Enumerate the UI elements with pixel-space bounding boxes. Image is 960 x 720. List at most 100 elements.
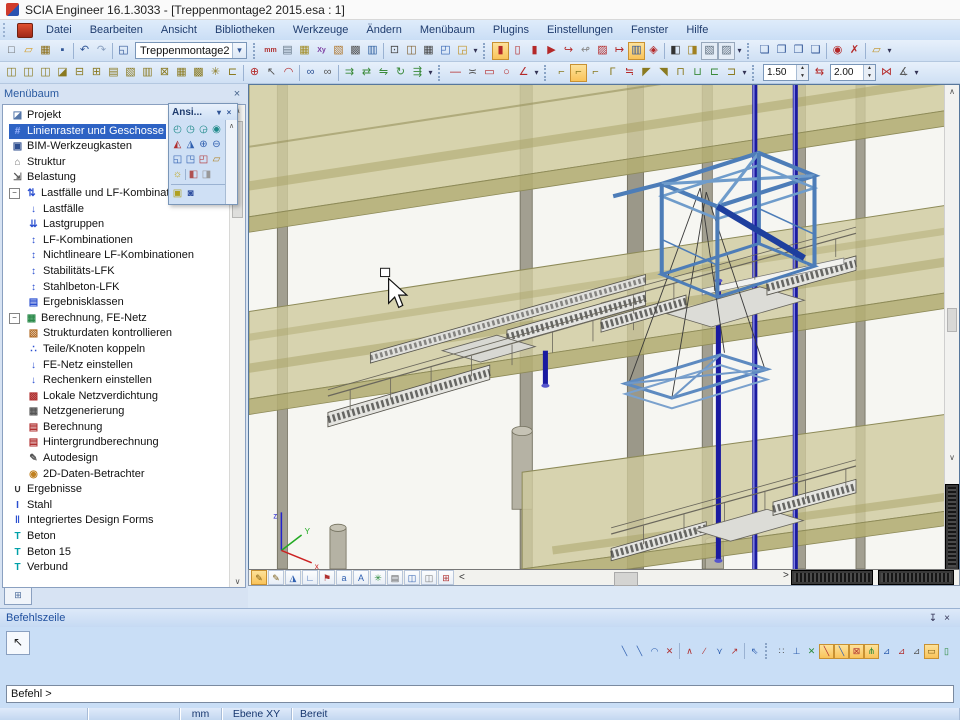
member-opening-icon[interactable]: ⊟ [71, 64, 88, 82]
filter-move-icon[interactable]: ↦ [611, 42, 628, 60]
tree-item-stahl[interactable]: IStahl [3, 498, 245, 514]
tree-item-netzgenerierung[interactable]: ▦Netzgenerierung [3, 404, 245, 420]
overflow-1-icon[interactable]: ▾ [471, 42, 480, 60]
dimension-icon[interactable]: ≍ [464, 64, 481, 82]
polyline-icon[interactable]: ▭ [481, 64, 498, 82]
snap-settings-icon[interactable]: ▯ [939, 644, 954, 659]
project-selector[interactable]: Treppenmontage2 ▾ [135, 42, 247, 59]
filter-remove-icon[interactable]: ▨ [594, 42, 611, 60]
snap-distance-spinner[interactable]: 1.50 ▲▼ [763, 64, 809, 81]
axis-snap-icon[interactable]: ✕ [804, 644, 819, 659]
snap-mode-line2-icon[interactable]: ╲ [632, 644, 647, 659]
spinner-arrows[interactable]: ▲▼ [863, 65, 875, 80]
tree-item-ergebnisklassen[interactable]: ▤Ergebnisklassen [3, 295, 245, 311]
snap-midpoint-icon[interactable]: ╲ [819, 644, 834, 659]
units-icon[interactable]: mm [262, 42, 279, 60]
cursor-snap-1-icon[interactable]: ∧ [682, 644, 697, 659]
merge-nodes-icon[interactable]: ⇆ [811, 64, 828, 82]
chevron-down-icon[interactable]: ▾ [232, 43, 246, 58]
scale-spinner[interactable]: 2.00 ▲▼ [830, 64, 876, 81]
open-project-icon[interactable]: ▱ [20, 42, 37, 60]
snap-arc-center-icon[interactable]: ⊿ [894, 644, 909, 659]
toolbar-grip[interactable] [544, 65, 550, 81]
edit-active-icon[interactable]: ✎ [251, 570, 267, 585]
tree-item-berechnung[interactable]: ▤Berechnung [3, 420, 245, 436]
support-node-icon[interactable]: ⊓ [672, 64, 689, 82]
chevron-down-icon[interactable]: ▾ [214, 108, 224, 117]
tree-item-beton-15[interactable]: TBeton 15 [3, 545, 245, 561]
toolbar-grip[interactable] [438, 65, 444, 81]
tree-item-teile-knoten-koppeln[interactable]: ∴Teile/Knoten koppeln [3, 342, 245, 358]
scroll-right-icon[interactable]: > [779, 570, 793, 581]
tree-item-hintergrundberechnung[interactable]: ▤Hintergrundberechnung [3, 435, 245, 451]
paste-props-icon[interactable]: ❑ [807, 42, 824, 60]
hotkey-cursor-icon[interactable]: ↖ [263, 64, 280, 82]
render-icon[interactable]: ◧ [187, 168, 200, 182]
binocular-all-icon[interactable]: ∞ [319, 64, 336, 82]
scroll-down-icon[interactable]: ∨ [230, 577, 245, 586]
cursor-snap-4-icon[interactable]: ↗ [727, 644, 742, 659]
filter-plane-icon[interactable]: ▥ [628, 42, 645, 60]
command-input[interactable] [6, 685, 954, 703]
clipping-icon[interactable]: ▣ [171, 187, 184, 201]
copy-icon[interactable]: ❏ [756, 42, 773, 60]
status-plane[interactable]: Ebene XY [222, 708, 292, 720]
gallery-icon[interactable]: ▥ [364, 42, 381, 60]
member-params-icon[interactable]: ▤ [387, 570, 403, 585]
close-viewport-icon[interactable]: ◱ [115, 42, 132, 60]
support-hinged-icon[interactable]: ⌐ [570, 64, 587, 82]
hinge-end-icon[interactable]: ◥ [655, 64, 672, 82]
overflow-5-icon[interactable]: ▾ [532, 64, 541, 82]
dot-grid-icon[interactable]: ∷ [774, 644, 789, 659]
line-icon[interactable]: — [447, 64, 464, 82]
draw-node-icon[interactable]: ⊕ [246, 64, 263, 82]
close-icon[interactable]: × [230, 88, 244, 100]
spinner-arrows[interactable]: ▲▼ [796, 65, 808, 80]
zoom-all-icon[interactable]: ◳ [184, 153, 197, 167]
select-levels-icon[interactable]: ◮ [285, 570, 301, 585]
scroll-down-icon[interactable]: ∨ [945, 453, 959, 462]
menu-hilfe[interactable]: Hilfe [677, 20, 717, 40]
spinner-down-icon[interactable]: ▼ [797, 73, 808, 81]
table-edit-icon[interactable]: ◫ [404, 570, 420, 585]
snap-intersection-icon[interactable]: ⊠ [849, 644, 864, 659]
menu-bearbeiten[interactable]: Bearbeiten [81, 20, 152, 40]
member-panel-icon[interactable]: ▦ [173, 64, 190, 82]
snap-percent-icon[interactable]: ⊿ [909, 644, 924, 659]
pin-icon[interactable]: ↧ [926, 613, 940, 624]
member-1d-icon[interactable]: ◫ [3, 64, 20, 82]
tree-item-lokale-netzverdichtung[interactable]: ▩Lokale Netzverdichtung [3, 389, 245, 405]
view-y-icon[interactable]: ◷ [184, 123, 197, 137]
view-settings-icon[interactable]: ◙ [184, 187, 197, 201]
support-fixed-icon[interactable]: ⌐ [553, 64, 570, 82]
menu-werkzeuge[interactable]: Werkzeuge [284, 20, 357, 40]
spinner-up-icon[interactable]: ▲ [797, 65, 808, 73]
status-units[interactable]: mm [180, 708, 222, 720]
member-cross-icon[interactable]: ⊠ [156, 64, 173, 82]
wireframe-icon[interactable]: ▱ [210, 153, 223, 167]
save-binder-icon[interactable]: ▦ [37, 42, 54, 60]
rotation-bar-1[interactable] [792, 571, 872, 584]
delete-fly-icon[interactable]: ✗ [846, 42, 863, 60]
report-icon[interactable]: ◰ [437, 42, 454, 60]
view-z-icon[interactable]: ◶ [197, 123, 210, 137]
rotate-icon[interactable]: ↻ [392, 64, 409, 82]
child-window-icon[interactable] [17, 23, 33, 38]
tree-item-stahlbeton-lfk[interactable]: ↕Stahlbeton-LFK [3, 280, 245, 296]
overflow-4-icon[interactable]: ▾ [426, 64, 435, 82]
flag-icon[interactable]: ⚑ [319, 570, 335, 585]
member-plate-icon[interactable]: ⊞ [88, 64, 105, 82]
view-palette-header[interactable]: Ansi... ▾ × [169, 104, 237, 120]
support-line-icon[interactable]: Γ [604, 64, 621, 82]
snap-grid-ruler-icon[interactable]: ▭ [924, 644, 939, 659]
filter-nodes-icon[interactable]: ▯ [509, 42, 526, 60]
spinner-down-icon[interactable]: ▼ [864, 73, 875, 81]
tree-item-rechenkern-einstellen[interactable]: ↓Rechenkern einstellen [3, 373, 245, 389]
menu-plugins[interactable]: Plugins [484, 20, 538, 40]
stretch-icon[interactable]: ⇶ [409, 64, 426, 82]
filter-add-icon[interactable]: ▶ [543, 42, 560, 60]
send-view-icon[interactable]: ◨ [684, 42, 701, 60]
print-icon[interactable]: ⊡ [386, 42, 403, 60]
collapse-icon[interactable]: − [9, 188, 20, 199]
calculator-icon[interactable]: ▦ [420, 42, 437, 60]
